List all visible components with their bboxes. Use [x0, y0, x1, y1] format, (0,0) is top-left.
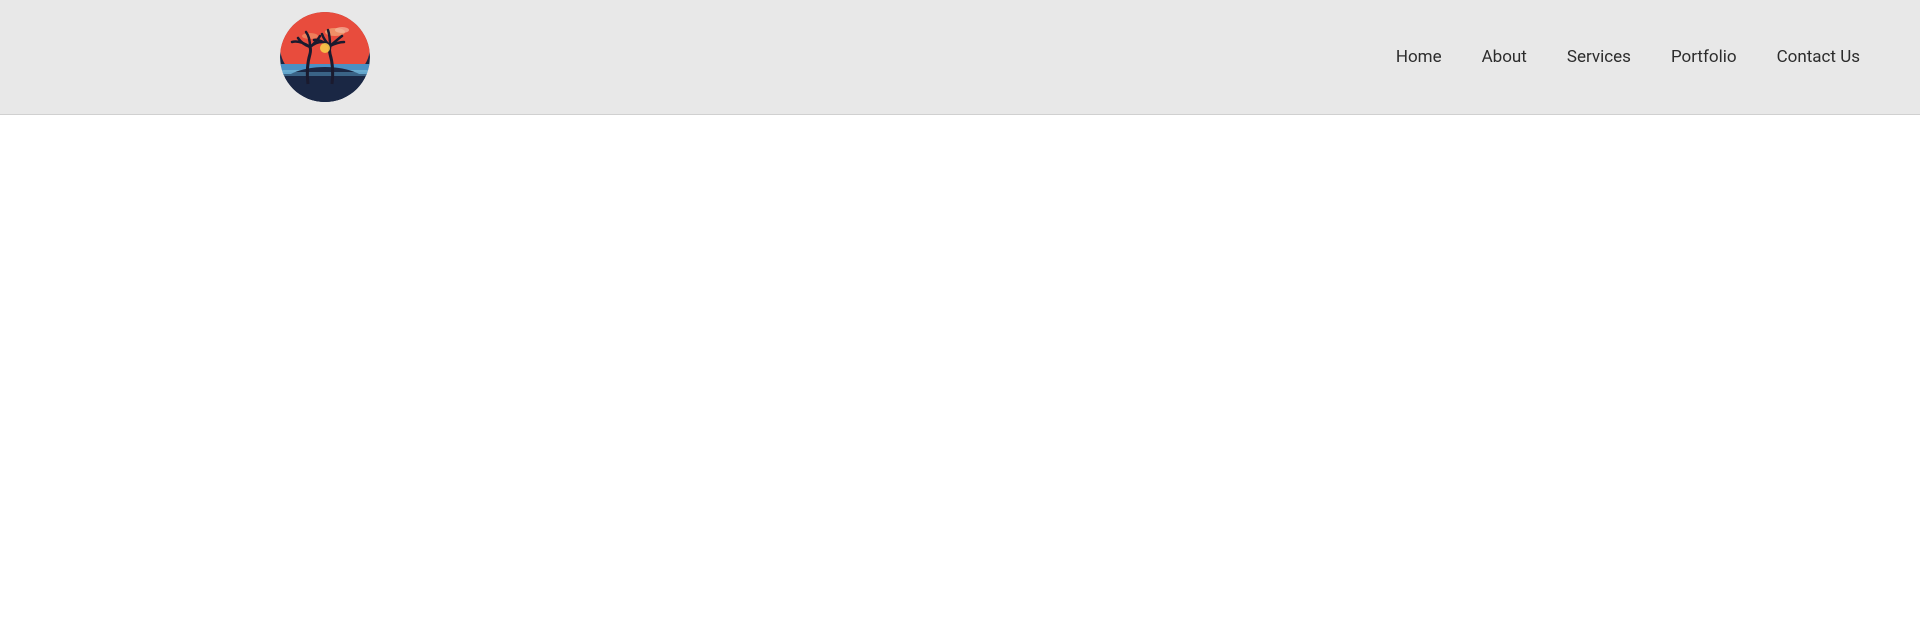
logo-container[interactable]: [280, 12, 370, 102]
nav-item-about[interactable]: About: [1482, 47, 1527, 67]
nav-item-contact[interactable]: Contact Us: [1777, 47, 1860, 67]
nav-item-home[interactable]: Home: [1396, 47, 1442, 67]
main-nav: Home About Services Portfolio Contact Us: [1396, 47, 1860, 67]
nav-item-portfolio[interactable]: Portfolio: [1671, 47, 1737, 67]
main-content: [0, 115, 1920, 627]
site-header: Home About Services Portfolio Contact Us: [0, 0, 1920, 115]
logo: [280, 12, 370, 102]
nav-item-services[interactable]: Services: [1567, 47, 1631, 67]
